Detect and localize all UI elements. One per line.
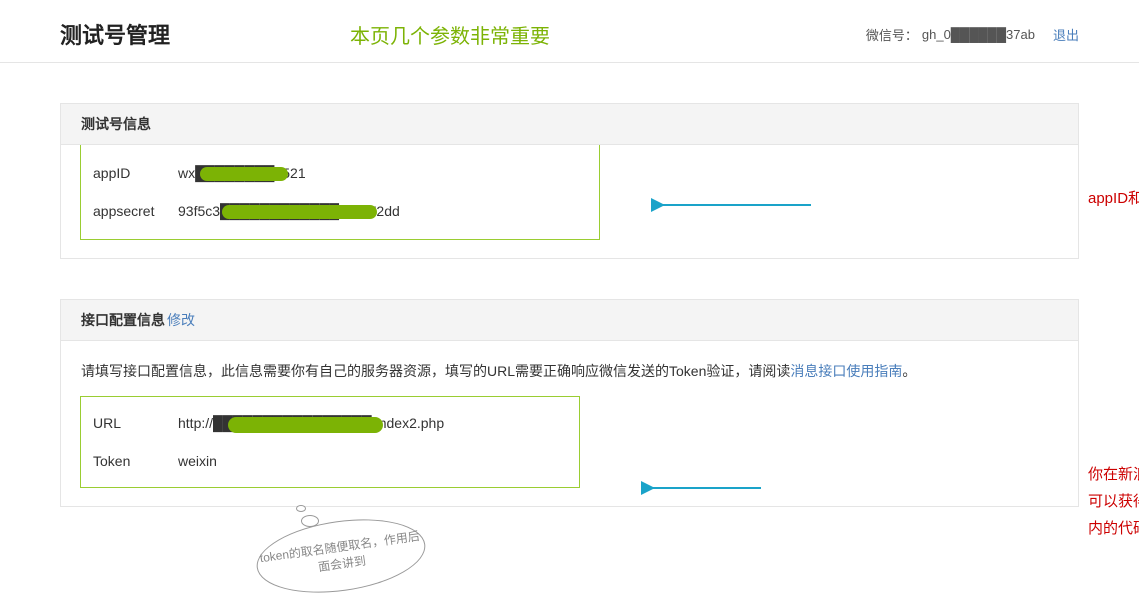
annotation-arrow-2 bbox=[641, 476, 771, 500]
appid-label: appID bbox=[93, 165, 178, 181]
panel-test-info-header: 测试号信息 bbox=[61, 104, 1078, 145]
annotation-sae-domain: 你在新浪云SAE上申请一个大小服务器空间后，可以获得一个域名。通过网络可以访问这… bbox=[1088, 461, 1139, 542]
speech-annotation-token: token的取名随便取名，作用后面会讲到 bbox=[256, 521, 436, 616]
appsecret-row: appsecret 93f5c3████████████03cc72dd bbox=[93, 197, 587, 225]
message-api-guide-link[interactable]: 消息接口使用指南 bbox=[790, 363, 902, 379]
annotation-appid-auto: appID和appsecret是自动生成 bbox=[1088, 187, 1139, 208]
token-row: Token weixin bbox=[93, 447, 567, 475]
url-row: URL http://████████████████/index2.php bbox=[93, 409, 567, 437]
page-header: 测试号管理 本页几个参数非常重要 微信号： gh_0██████37ab 退出 bbox=[0, 0, 1139, 63]
token-value: weixin bbox=[178, 453, 217, 469]
appsecret-label: appsecret bbox=[93, 203, 178, 219]
appid-value: wx████████9521 bbox=[178, 165, 306, 181]
wechat-id-value: gh_0██████37ab bbox=[922, 27, 1035, 42]
url-value: http://████████████████/index2.php bbox=[178, 415, 444, 431]
annotation-arrow-1 bbox=[651, 193, 821, 217]
credentials-box: appID wx████████9521 appsecret 93f5c3███… bbox=[80, 145, 600, 240]
panel-api-config: 接口配置信息修改 请填写接口配置信息，此信息需要你有自己的服务器资源，填写的UR… bbox=[60, 299, 1079, 507]
api-config-description: 请填写接口配置信息，此信息需要你有自己的服务器资源，填写的URL需要正确响应微信… bbox=[81, 341, 1058, 384]
panel-api-config-header: 接口配置信息修改 bbox=[61, 300, 1078, 341]
header-right: 微信号： gh_0██████37ab 退出 bbox=[866, 25, 1079, 44]
redaction-mark bbox=[228, 417, 383, 433]
token-label: Token bbox=[93, 453, 178, 469]
redaction-mark bbox=[200, 167, 288, 181]
appid-row: appID wx████████9521 bbox=[93, 159, 587, 187]
panel-api-config-title: 接口配置信息 bbox=[81, 312, 165, 328]
url-label: URL bbox=[93, 415, 178, 431]
panel-test-info: 测试号信息 appID wx████████9521 appsecret 93f… bbox=[60, 103, 1079, 259]
redaction-mark bbox=[222, 205, 377, 219]
appsecret-value: 93f5c3████████████03cc72dd bbox=[178, 203, 400, 219]
important-notice: 本页几个参数非常重要 bbox=[350, 20, 550, 49]
api-config-box: URL http://████████████████/index2.php T… bbox=[80, 396, 580, 488]
page-title: 测试号管理 bbox=[60, 18, 170, 50]
wechat-id-label: 微信号： bbox=[866, 25, 918, 44]
modify-link[interactable]: 修改 bbox=[167, 312, 195, 328]
logout-link[interactable]: 退出 bbox=[1053, 25, 1079, 44]
